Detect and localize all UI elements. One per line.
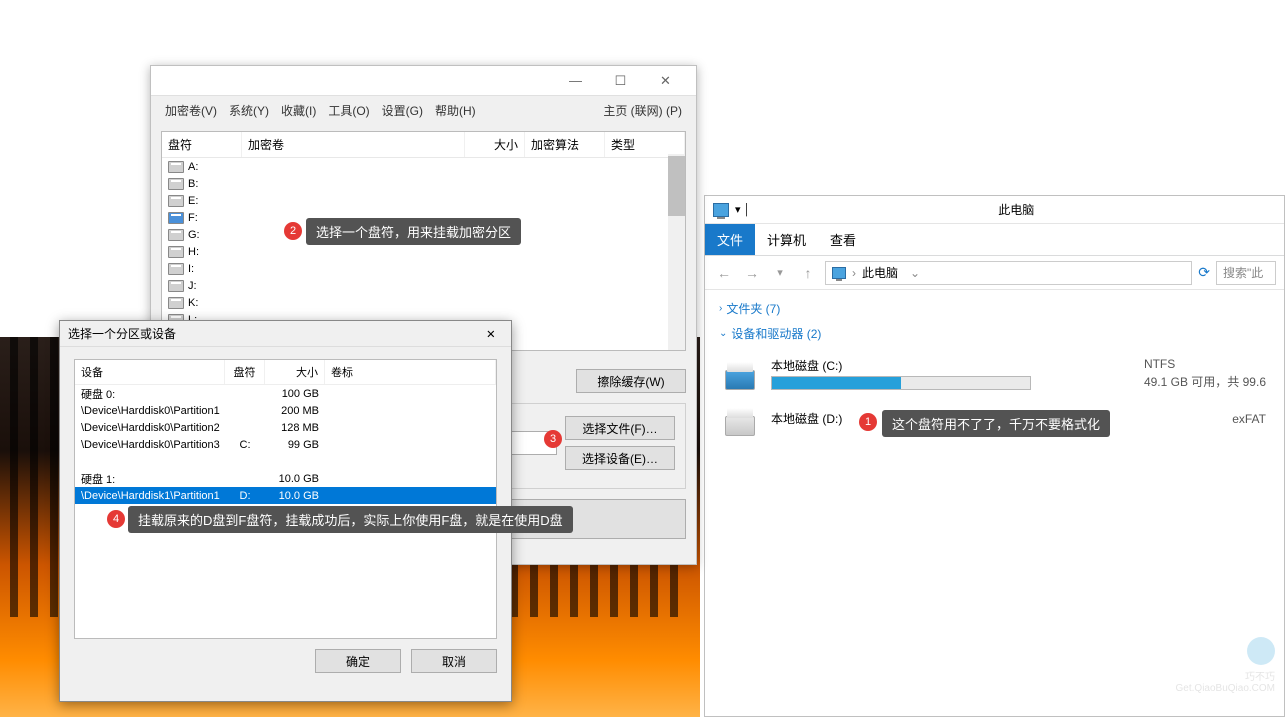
device-table: 设备 盘符 大小 卷标 硬盘 0:100 GB\Device\Harddisk0…	[74, 359, 497, 639]
close-button[interactable]: ✕	[643, 67, 688, 95]
drive-icon	[168, 280, 184, 292]
menu-bar: 加密卷(V) 系统(Y) 收藏(I) 工具(O) 设置(G) 帮助(H) 主页 …	[151, 96, 696, 125]
drive-c-info: 49.1 GB 可用，共 99.6	[1144, 373, 1266, 390]
drive-icon	[168, 263, 184, 275]
tab-computer[interactable]: 计算机	[755, 224, 818, 255]
forward-button[interactable]: →	[741, 265, 763, 281]
titlebar[interactable]: — ☐ ✕	[151, 66, 696, 96]
back-button[interactable]: ←	[713, 265, 735, 281]
annotation-4: 挂载原来的D盘到F盘符，挂载成功后，实际上你使用F盘，就是在使用D盘	[128, 506, 573, 533]
drive-icon	[168, 161, 184, 173]
chevron-down-icon: ⌄	[719, 328, 727, 339]
pc-icon-small	[832, 267, 846, 279]
disk-icon	[723, 402, 757, 436]
drive-icon	[168, 246, 184, 258]
drive-c-name: 本地磁盘 (C:)	[771, 357, 1130, 374]
drive-row[interactable]: H:	[162, 243, 685, 260]
drive-icon	[168, 229, 184, 241]
drive-row[interactable]: E:	[162, 192, 685, 209]
explorer-titlebar[interactable]: ▾ │ 此电脑	[705, 196, 1284, 224]
drive-c-usage	[771, 376, 1031, 390]
drive-row[interactable]: J:	[162, 277, 685, 294]
tab-file[interactable]: 文件	[705, 224, 755, 255]
col-drive[interactable]: 盘符	[162, 132, 242, 157]
partition-row[interactable]: \Device\Harddisk1\Partition1D:10.0 GB	[75, 487, 496, 504]
address-box[interactable]: › 此电脑 ⌄	[825, 261, 1192, 285]
drive-row[interactable]: A:	[162, 158, 685, 175]
menu-tools[interactable]: 工具(O)	[324, 100, 373, 121]
annotation-badge-1: 1	[859, 413, 877, 431]
select-file-button[interactable]: 选择文件(F)…	[565, 416, 675, 440]
col-algo[interactable]: 加密算法	[525, 132, 605, 157]
menu-favorites[interactable]: 收藏(I)	[277, 100, 320, 121]
dialog-close-icon[interactable]: ✕	[479, 326, 503, 342]
history-chevron-icon[interactable]: ⌄	[910, 266, 920, 280]
address-bar: ← → ▾ ↑ › 此电脑 ⌄ ⟳ 搜索"此	[705, 256, 1284, 290]
folders-group-header[interactable]: › 文件夹 (7)	[719, 300, 1270, 317]
drive-icon	[168, 178, 184, 190]
ok-button[interactable]: 确定	[315, 649, 401, 673]
annotation-badge-2: 2	[284, 222, 302, 240]
select-device-button[interactable]: 选择设备(E)…	[565, 446, 675, 470]
watermark: 巧不巧 Get.QiaoBuQiao.COM	[1175, 637, 1275, 707]
dev-col-size[interactable]: 大小	[265, 360, 325, 384]
annotation-badge-3: 3	[544, 430, 562, 448]
history-dropdown[interactable]: ▾	[769, 266, 791, 279]
menu-system[interactable]: 系统(Y)	[225, 100, 273, 121]
dev-col-drive[interactable]: 盘符	[225, 360, 265, 384]
col-volume[interactable]: 加密卷	[242, 132, 465, 157]
minimize-button[interactable]: —	[553, 67, 598, 95]
cancel-button[interactable]: 取消	[411, 649, 497, 673]
disk-icon	[723, 356, 757, 390]
dialog-title: 选择一个分区或设备	[68, 325, 176, 342]
drive-d-fs: exFAT	[1232, 412, 1266, 426]
drive-c-fs: NTFS	[1144, 357, 1266, 371]
explorer-title: 此电脑	[998, 201, 1034, 218]
partition-row[interactable]: \Device\Harddisk0\Partition2128 MB	[75, 419, 496, 436]
menu-help[interactable]: 帮助(H)	[431, 100, 480, 121]
chevron-right-icon: ›	[719, 303, 722, 314]
disk-header-row[interactable]: 硬盘 1:10.0 GB	[75, 470, 496, 487]
device-table-body[interactable]: 硬盘 0:100 GB\Device\Harddisk0\Partition12…	[75, 385, 496, 504]
partition-row[interactable]: \Device\Harddisk0\Partition1200 MB	[75, 402, 496, 419]
drive-icon	[168, 212, 184, 224]
annotation-2: 选择一个盘符，用来挂载加密分区	[306, 218, 521, 245]
dialog-titlebar[interactable]: 选择一个分区或设备 ✕	[60, 321, 511, 347]
partition-row[interactable]	[75, 453, 496, 470]
drives-group-header[interactable]: ⌄ 设备和驱动器 (2)	[719, 325, 1270, 342]
annotation-1: 这个盘符用不了了，千万不要格式化	[882, 410, 1110, 437]
pc-icon	[713, 203, 729, 217]
up-button[interactable]: ↑	[797, 265, 819, 281]
drive-row[interactable]: K:	[162, 294, 685, 311]
drive-c-item[interactable]: 本地磁盘 (C:) NTFS 49.1 GB 可用，共 99.6	[719, 350, 1270, 396]
menu-volumes[interactable]: 加密卷(V)	[161, 100, 221, 121]
scrollbar[interactable]	[668, 154, 685, 350]
drive-row[interactable]: B:	[162, 175, 685, 192]
partition-row[interactable]: \Device\Harddisk0\Partition3C:99 GB	[75, 436, 496, 453]
disk-header-row[interactable]: 硬盘 0:100 GB	[75, 385, 496, 402]
menu-settings[interactable]: 设置(G)	[378, 100, 427, 121]
maximize-button[interactable]: ☐	[598, 67, 643, 95]
col-size[interactable]: 大小	[465, 132, 525, 157]
refresh-button[interactable]: ⟳	[1198, 264, 1210, 281]
dev-col-label[interactable]: 卷标	[325, 360, 496, 384]
drive-icon	[168, 195, 184, 207]
drive-row[interactable]: I:	[162, 260, 685, 277]
ribbon: 文件 计算机 查看	[705, 224, 1284, 256]
drive-icon	[168, 297, 184, 309]
dev-col-device[interactable]: 设备	[75, 360, 225, 384]
wipe-cache-button[interactable]: 擦除缓存(W)	[576, 369, 686, 393]
tab-view[interactable]: 查看	[818, 224, 868, 255]
menu-homepage[interactable]: 主页 (联网) (P)	[599, 100, 686, 121]
annotation-badge-4: 4	[107, 510, 125, 528]
search-input[interactable]: 搜索"此	[1216, 261, 1276, 285]
